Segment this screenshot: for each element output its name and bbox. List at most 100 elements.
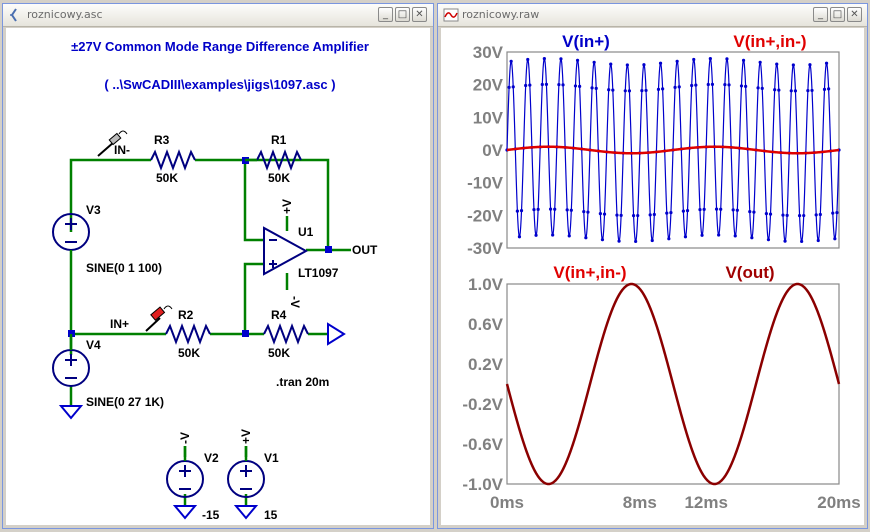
close-button[interactable]: ✕: [847, 7, 862, 22]
trace-v-in-plus-point: [827, 87, 831, 91]
trace-v-in-plus-point: [557, 83, 561, 87]
bottom-ytick-label: 1.0V: [468, 275, 504, 294]
schematic-titlebar[interactable]: roznicowy.asc _ □ ✕: [3, 4, 433, 27]
trace-v-in-plus-point: [673, 85, 677, 89]
trace-v-in-plus-point: [698, 207, 702, 212]
net-label-v2-top: -V: [178, 432, 192, 444]
maximize-button[interactable]: □: [830, 7, 845, 22]
trace-v-in-plus-point: [781, 213, 785, 217]
resistor-r3[interactable]: [150, 149, 196, 171]
ground-symbol-v1: [233, 505, 259, 520]
trace-v-in-plus-point: [818, 212, 822, 217]
trace-v-in-plus-point: [806, 89, 810, 93]
trace-v-in-plus-point: [540, 82, 544, 87]
trace-v-in-plus-point: [744, 84, 748, 88]
bottom-ytick-label: -1.0V: [462, 475, 503, 494]
trace-v-in-plus-point: [723, 83, 727, 87]
bottom-xtick-label: 8ms: [623, 493, 657, 512]
trace-v-in-plus-point: [733, 234, 737, 238]
trace-v-in-plus-point: [831, 211, 835, 215]
waveform-plots[interactable]: 30V 20V 10V 0V -10V -20V -30V V(in+) V(in+,in-…: [441, 28, 865, 527]
resistor-r4[interactable]: [263, 323, 309, 345]
trace-v-in-plus-point: [586, 210, 590, 214]
voltage-source-v2[interactable]: [166, 460, 204, 498]
trace-v-in-plus-point: [526, 57, 530, 62]
trace-v-in-plus-point: [611, 88, 615, 92]
trace-v-in-plus-point: [756, 86, 760, 90]
trace-v-in-plus-point: [602, 212, 607, 216]
schematic-drawing[interactable]: ±27V Common Mode Range Difference Amplif…: [6, 28, 430, 527]
bottom-legend-v-in-diff: V(in+,in-): [553, 263, 626, 282]
trace-v-in-plus-point: [578, 84, 582, 88]
trace-v-in-plus-point: [785, 213, 789, 217]
waveform-titlebar[interactable]: roznicowy.raw _ □ ✕: [438, 4, 867, 27]
trace-v-in-plus-point: [710, 82, 715, 86]
trace-v-in-plus-point: [515, 209, 519, 213]
schematic-canvas[interactable]: ±27V Common Mode Range Difference Amplif…: [6, 28, 430, 525]
trace-v-in-plus-point: [702, 207, 706, 211]
trace-v-in-plus-point: [607, 88, 611, 92]
waveform-app-icon: [443, 8, 459, 22]
current-probe-icon: [145, 305, 173, 332]
trace-v-in-plus-point: [694, 83, 698, 87]
trace-v-in-plus-point: [661, 87, 665, 91]
trace-v-in-plus-point: [594, 86, 598, 90]
trace-v-in-plus-point: [623, 89, 627, 93]
trace-v-in-plus-point: [791, 63, 795, 67]
trace-v-in-plus-point: [773, 88, 777, 92]
net-label-out: OUT: [352, 243, 378, 257]
net-label-vplus-opamp: +V: [280, 199, 294, 214]
trace-v-in-plus-point: [692, 57, 696, 62]
top-ytick-label: 30V: [473, 43, 504, 62]
trace-v-in-plus-point: [559, 57, 563, 61]
trace-v-in-plus-point: [725, 57, 729, 61]
spice-directive: .tran 20m: [276, 375, 329, 389]
trace-v-in-plus-point: [584, 236, 588, 240]
trace-v-in-plus-point: [714, 207, 719, 211]
trace-v-in-plus-point: [764, 212, 768, 216]
bottom-xtick-label: 20ms: [817, 493, 860, 512]
minimize-button[interactable]: _: [378, 7, 393, 22]
trace-v-in-plus-point: [644, 88, 648, 93]
trace-v-in-plus-point: [592, 60, 596, 64]
trace-v-in-plus-point: [700, 233, 704, 237]
trace-v-in-plus-point: [768, 212, 773, 216]
trace-v-in-plus-point: [685, 209, 690, 213]
trace-v-in-plus-point: [717, 233, 721, 237]
u1-part: LT1097: [298, 266, 339, 280]
top-ytick-label: -30V: [467, 239, 504, 258]
close-button[interactable]: ✕: [412, 7, 427, 22]
top-ytick-label: -20V: [467, 206, 504, 225]
voltage-source-v1[interactable]: [227, 460, 265, 498]
net-label-in-plus: IN+: [110, 317, 129, 331]
trace-v-in-plus-point: [569, 208, 573, 212]
trace-v-in-plus-point: [561, 83, 565, 87]
trace-v-in-plus-point: [509, 59, 513, 63]
waveform-viewer[interactable]: 30V 20V 10V 0V -10V -20V -30V V(in+) V(in+,in-…: [441, 28, 864, 525]
bottom-ytick-label: -0.6V: [462, 435, 503, 454]
v4-value: SINE(0 27 1K): [86, 395, 164, 409]
trace-v-in-plus-point: [544, 82, 549, 86]
trace-v-in-plus-point: [656, 87, 661, 91]
resistor-r2[interactable]: [165, 323, 211, 345]
trace-v-in-plus-point: [600, 238, 605, 242]
trace-v-in-plus-point: [783, 239, 787, 243]
trace-v-in-plus-point: [667, 237, 671, 241]
maximize-button[interactable]: □: [395, 7, 410, 22]
trace-v-in-plus-point: [808, 63, 812, 67]
trace-v-in-plus-point: [683, 235, 688, 239]
voltage-source-v4[interactable]: [52, 349, 90, 387]
waveform-window: roznicowy.raw _ □ ✕ 30V 20V 10V 0V -10V -20V -…: [437, 3, 868, 529]
trace-v-in-plus-point: [627, 89, 632, 93]
trace-v-in-plus-point: [553, 207, 557, 211]
r2-name: R2: [178, 308, 194, 322]
trace-v-in-plus-point: [631, 214, 636, 218]
net-label-vminus-opamp: -V: [288, 296, 302, 308]
trace-v-in-plus-point: [681, 209, 685, 213]
bottom-ytick-label: 0.6V: [468, 315, 504, 334]
trace-v-in-plus-point: [617, 239, 621, 243]
minimize-button[interactable]: _: [813, 7, 828, 22]
trace-v-in-plus-point: [609, 62, 613, 66]
trace-v-in-plus-point: [636, 213, 640, 218]
r2-value: 50K: [178, 346, 200, 360]
